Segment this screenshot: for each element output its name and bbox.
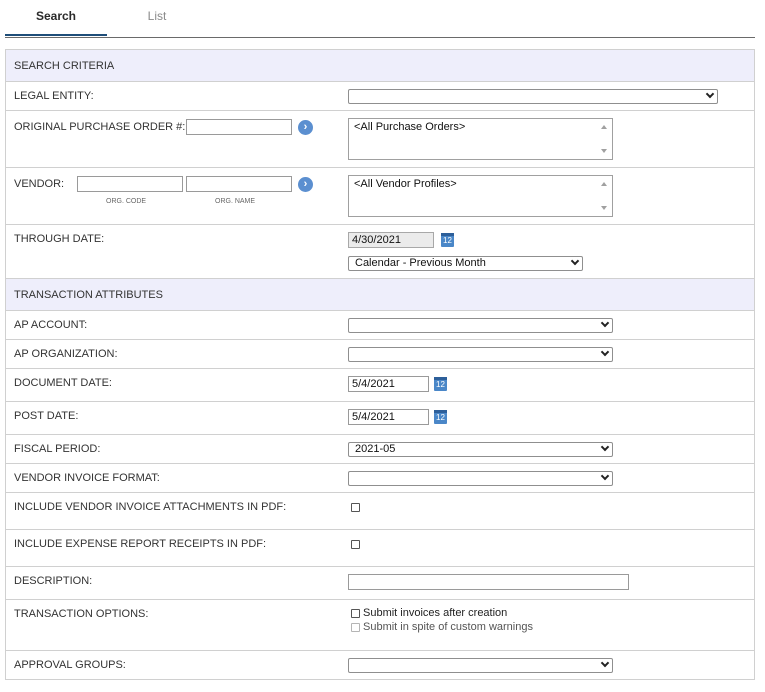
through-date-preset-value: Calendar - Previous Month bbox=[355, 257, 486, 269]
include-receipts-checkbox[interactable] bbox=[351, 540, 360, 549]
row-approval-groups: APPROVAL GROUPS: bbox=[6, 651, 754, 680]
calendar-icon[interactable]: 12 bbox=[441, 233, 454, 247]
original-po-label: ORIGINAL PURCHASE ORDER #: bbox=[14, 121, 186, 133]
vendor-org-code-input[interactable] bbox=[77, 176, 183, 192]
include-attachments-label: INCLUDE VENDOR INVOICE ATTACHMENTS IN PD… bbox=[14, 501, 287, 513]
org-name-label: ORG. NAME bbox=[215, 198, 256, 205]
fiscal-period-select[interactable]: 2021-05 bbox=[348, 442, 613, 457]
legal-entity-label: LEGAL ENTITY: bbox=[14, 90, 94, 102]
scroll-up-icon[interactable] bbox=[601, 182, 607, 186]
submit-despite-warnings-checkbox bbox=[351, 623, 360, 632]
section-search-criteria: SEARCH CRITERIA bbox=[6, 50, 754, 82]
original-po-list-scrollbar[interactable] bbox=[596, 119, 612, 159]
chevron-down-icon bbox=[600, 471, 610, 481]
original-po-input[interactable] bbox=[186, 119, 292, 135]
row-legal-entity: LEGAL ENTITY: bbox=[6, 82, 754, 111]
submit-after-creation-checkbox[interactable] bbox=[351, 609, 360, 618]
ap-organization-select[interactable] bbox=[348, 347, 613, 362]
row-ap-organization: AP ORGANIZATION: bbox=[6, 340, 754, 369]
section-transaction-attributes: TRANSACTION ATTRIBUTES bbox=[6, 279, 754, 311]
ap-organization-label: AP ORGANIZATION: bbox=[14, 348, 118, 360]
org-code-label: ORG. CODE bbox=[106, 198, 147, 205]
vendor-list[interactable]: <All Vendor Profiles> bbox=[348, 175, 613, 217]
transaction-options-label: TRANSACTION OPTIONS: bbox=[14, 608, 149, 620]
calendar-icon[interactable]: 12 bbox=[434, 377, 447, 391]
fiscal-period-label: FISCAL PERIOD: bbox=[14, 443, 101, 455]
search-form: SEARCH CRITERIA LEGAL ENTITY: ORIGINAL P… bbox=[5, 49, 755, 680]
row-document-date: DOCUMENT DATE: 5/4/2021 12 bbox=[6, 369, 754, 402]
through-date-input: 4/30/2021 bbox=[348, 232, 434, 248]
row-ap-account: AP ACCOUNT: bbox=[6, 311, 754, 340]
document-date-label: DOCUMENT DATE: bbox=[14, 377, 112, 389]
vendor-invoice-format-label: VENDOR INVOICE FORMAT: bbox=[14, 472, 160, 484]
row-post-date: POST DATE: 5/4/2021 12 bbox=[6, 402, 754, 435]
include-receipts-label: INCLUDE EXPENSE REPORT RECEIPTS IN PDF: bbox=[14, 538, 267, 550]
section-title: SEARCH CRITERIA bbox=[14, 60, 115, 72]
scroll-down-icon[interactable] bbox=[601, 149, 607, 153]
arrow-right-circle-icon[interactable]: › bbox=[298, 177, 313, 192]
vendor-label: VENDOR: bbox=[14, 178, 65, 190]
row-vendor-invoice-format: VENDOR INVOICE FORMAT: bbox=[6, 464, 754, 493]
chevron-down-icon bbox=[600, 347, 610, 357]
approval-groups-label: APPROVAL GROUPS: bbox=[14, 659, 126, 671]
row-include-attachments: INCLUDE VENDOR INVOICE ATTACHMENTS IN PD… bbox=[6, 493, 754, 530]
tab-bar: Search List bbox=[0, 0, 765, 40]
section-title: TRANSACTION ATTRIBUTES bbox=[14, 289, 163, 301]
ap-account-label: AP ACCOUNT: bbox=[14, 319, 88, 331]
tab-list[interactable]: List bbox=[107, 0, 207, 36]
chevron-down-icon bbox=[600, 318, 610, 328]
vendor-invoice-format-select[interactable] bbox=[348, 471, 613, 486]
tab-search[interactable]: Search bbox=[5, 0, 107, 36]
scroll-down-icon[interactable] bbox=[601, 206, 607, 210]
fiscal-period-value: 2021-05 bbox=[355, 443, 396, 455]
through-date-preset-select[interactable]: Calendar - Previous Month bbox=[348, 256, 583, 271]
through-date-label: THROUGH DATE: bbox=[14, 233, 105, 245]
arrow-right-circle-icon[interactable]: › bbox=[298, 120, 313, 135]
description-input[interactable] bbox=[348, 574, 629, 590]
post-date-label: POST DATE: bbox=[14, 410, 79, 422]
submit-after-creation-label[interactable]: Submit invoices after creation bbox=[363, 607, 507, 619]
include-attachments-checkbox[interactable] bbox=[351, 503, 360, 512]
document-date-value: 5/4/2021 bbox=[352, 378, 395, 390]
approval-groups-select[interactable] bbox=[348, 658, 613, 673]
row-vendor: VENDOR: ORG. CODE ORG. NAME › <All Vendo… bbox=[6, 168, 754, 225]
row-fiscal-period: FISCAL PERIOD: 2021-05 bbox=[6, 435, 754, 464]
original-po-list-item: <All Purchase Orders> bbox=[354, 121, 466, 133]
document-date-input[interactable]: 5/4/2021 bbox=[348, 376, 429, 392]
chevron-down-icon bbox=[570, 256, 580, 266]
chevron-down-icon bbox=[705, 89, 715, 99]
post-date-input[interactable]: 5/4/2021 bbox=[348, 409, 429, 425]
vendor-list-item: <All Vendor Profiles> bbox=[354, 178, 457, 190]
row-include-receipts: INCLUDE EXPENSE REPORT RECEIPTS IN PDF: bbox=[6, 530, 754, 567]
chevron-down-icon bbox=[600, 442, 610, 452]
post-date-value: 5/4/2021 bbox=[352, 411, 395, 423]
tab-divider bbox=[5, 37, 755, 38]
row-through-date: THROUGH DATE: 4/30/2021 12 Calendar - Pr… bbox=[6, 225, 754, 279]
legal-entity-select[interactable] bbox=[348, 89, 718, 104]
row-original-po: ORIGINAL PURCHASE ORDER #: › <All Purcha… bbox=[6, 111, 754, 168]
calendar-icon[interactable]: 12 bbox=[434, 410, 447, 424]
description-label: DESCRIPTION: bbox=[14, 575, 93, 587]
vendor-list-scrollbar[interactable] bbox=[596, 176, 612, 216]
through-date-value: 4/30/2021 bbox=[352, 234, 401, 246]
chevron-down-icon bbox=[600, 658, 610, 668]
vendor-org-name-input[interactable] bbox=[186, 176, 292, 192]
row-transaction-options: TRANSACTION OPTIONS: Submit invoices aft… bbox=[6, 600, 754, 651]
row-description: DESCRIPTION: bbox=[6, 567, 754, 600]
scroll-up-icon[interactable] bbox=[601, 125, 607, 129]
original-po-list[interactable]: <All Purchase Orders> bbox=[348, 118, 613, 160]
submit-despite-warnings-label: Submit in spite of custom warnings bbox=[363, 621, 533, 633]
ap-account-select[interactable] bbox=[348, 318, 613, 333]
